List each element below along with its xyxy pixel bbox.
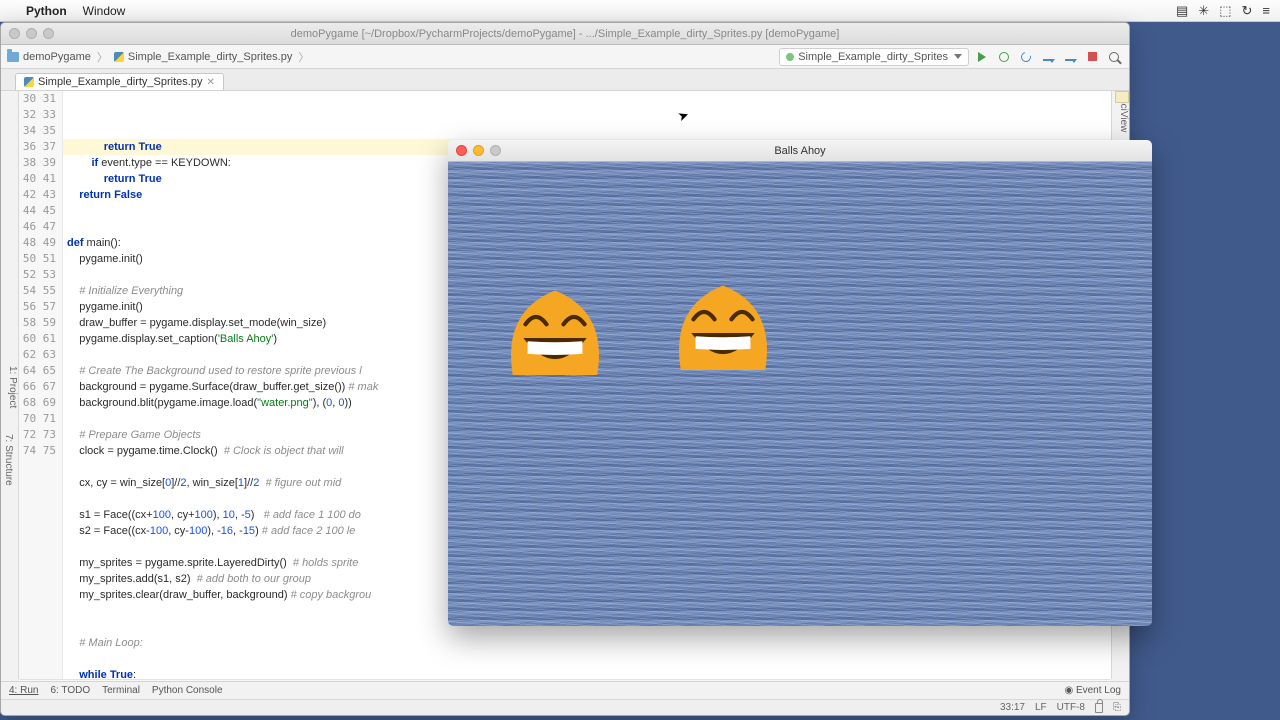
structure-tool-tab[interactable]: 7: Structure bbox=[1, 430, 16, 490]
python-file-icon bbox=[24, 77, 34, 87]
step-button[interactable] bbox=[1039, 48, 1057, 66]
stop-icon bbox=[1088, 52, 1097, 61]
close-tab-icon[interactable]: ✕ bbox=[206, 77, 214, 88]
event-log-tab[interactable]: ◉ Event Log bbox=[1064, 685, 1121, 696]
file-encoding[interactable]: UTF-8 bbox=[1057, 702, 1085, 713]
inspection-marker[interactable] bbox=[1115, 91, 1129, 103]
project-tool-tab[interactable]: 1: Project bbox=[7, 366, 18, 408]
minimize-icon[interactable] bbox=[26, 28, 37, 39]
run-config-selector[interactable]: Simple_Example_dirty_Sprites bbox=[779, 48, 969, 66]
step-over-icon bbox=[1043, 53, 1053, 61]
window-title: demoPygame [~/Dropbox/PycharmProjects/de… bbox=[291, 28, 840, 40]
python-file-icon bbox=[114, 52, 124, 62]
breadcrumb-project[interactable]: demoPygame bbox=[23, 51, 91, 63]
editor-tab[interactable]: Simple_Example_dirty_Sprites.py ✕ bbox=[15, 73, 224, 90]
context-icon[interactable]: ⎘ bbox=[1113, 702, 1121, 713]
tab-filename: Simple_Example_dirty_Sprites.py bbox=[38, 76, 202, 88]
bug-icon bbox=[999, 52, 1009, 62]
status-bar: 33:17 LF UTF-8 ⎘ bbox=[1, 699, 1129, 715]
macos-menubar: Python Window ▤ ✳ ⬚ ↻ ≡ bbox=[0, 0, 1280, 22]
menubar-status-icons: ▤ ✳ ⬚ ↻ ≡ bbox=[1176, 3, 1270, 19]
left-tool-strip[interactable]: 1: Project bbox=[1, 91, 19, 679]
window-titlebar[interactable]: demoPygame [~/Dropbox/PycharmProjects/de… bbox=[1, 23, 1129, 45]
window-controls bbox=[9, 28, 54, 39]
breadcrumb-sep: 〉 bbox=[298, 49, 309, 65]
terminal-tool-tab[interactable]: Terminal bbox=[102, 685, 140, 696]
run-config-icon bbox=[786, 53, 794, 61]
readonly-lock-icon[interactable] bbox=[1095, 703, 1103, 713]
code-editor[interactable]: return True if event.type == KEYDOWN: re… bbox=[63, 91, 1111, 679]
line-number-gutter[interactable]: 30 31 32 33 34 35 36 37 38 39 40 41 42 4… bbox=[19, 91, 63, 679]
reload-icon bbox=[1019, 50, 1033, 64]
step-into-icon bbox=[1065, 53, 1075, 61]
todo-tool-tab[interactable]: 6: TODO bbox=[50, 685, 90, 696]
status-icon[interactable]: ⬚ bbox=[1219, 3, 1231, 19]
run-button[interactable] bbox=[973, 48, 991, 66]
search-everywhere-button[interactable] bbox=[1105, 48, 1123, 66]
line-separator[interactable]: LF bbox=[1035, 702, 1047, 713]
stop-button[interactable] bbox=[1083, 48, 1101, 66]
bottom-tool-tabs: 4: Run 6: TODO Terminal Python Console ◉… bbox=[1, 681, 1129, 699]
play-icon bbox=[978, 52, 986, 62]
step-button[interactable] bbox=[1061, 48, 1079, 66]
window-menu[interactable]: Window bbox=[83, 4, 126, 18]
caret-position[interactable]: 33:17 bbox=[1000, 702, 1025, 713]
folder-icon bbox=[7, 52, 19, 62]
breadcrumb-file[interactable]: Simple_Example_dirty_Sprites.py bbox=[128, 51, 292, 63]
python-console-tool-tab[interactable]: Python Console bbox=[152, 685, 223, 696]
status-icon[interactable]: ≡ bbox=[1262, 3, 1270, 19]
breadcrumb-sep: 〉 bbox=[97, 49, 108, 65]
rerun-button[interactable] bbox=[1017, 48, 1035, 66]
breadcrumb[interactable]: demoPygame 〉 Simple_Example_dirty_Sprite… bbox=[7, 49, 311, 65]
zoom-icon[interactable] bbox=[43, 28, 54, 39]
status-icon[interactable]: ✳ bbox=[1198, 3, 1209, 19]
debug-button[interactable] bbox=[995, 48, 1013, 66]
navigation-bar: demoPygame 〉 Simple_Example_dirty_Sprite… bbox=[1, 45, 1129, 69]
run-config-name: Simple_Example_dirty_Sprites bbox=[798, 51, 948, 63]
editor-tabs: Simple_Example_dirty_Sprites.py ✕ bbox=[1, 69, 1129, 91]
pycharm-window: demoPygame [~/Dropbox/PycharmProjects/de… bbox=[0, 22, 1130, 716]
status-icon[interactable]: ▤ bbox=[1176, 3, 1188, 19]
run-tool-tab[interactable]: 4: Run bbox=[9, 685, 38, 696]
search-icon bbox=[1109, 52, 1119, 62]
chevron-down-icon bbox=[954, 54, 962, 59]
status-icon[interactable]: ↻ bbox=[1242, 3, 1253, 19]
app-menu[interactable]: Python bbox=[26, 4, 67, 18]
close-icon[interactable] bbox=[9, 28, 20, 39]
